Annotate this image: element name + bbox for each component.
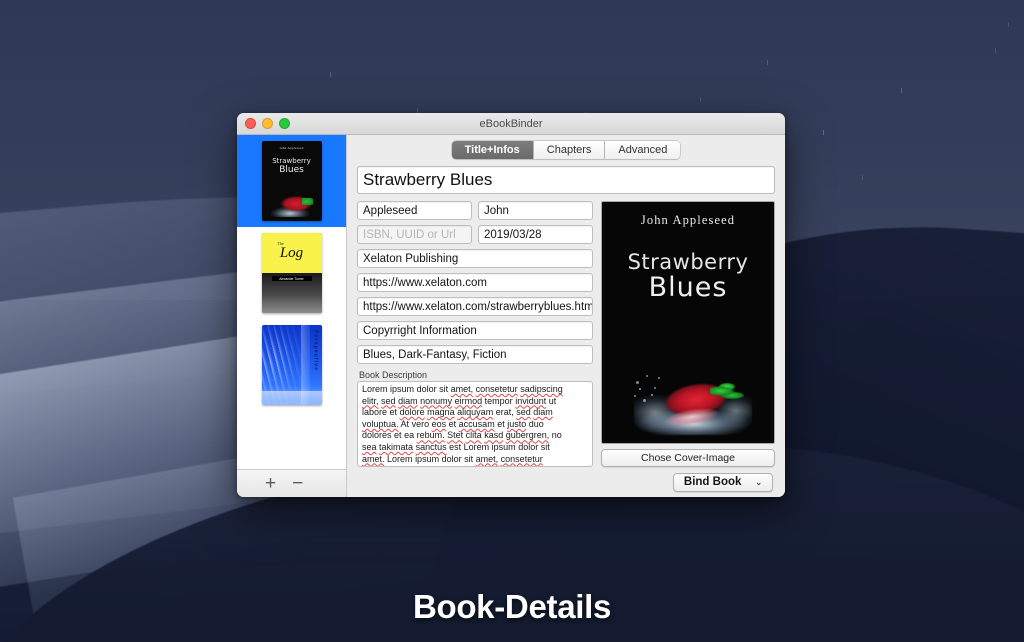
tab-title-infos[interactable]: Title+Infos — [452, 141, 534, 159]
thumb-author: John Appleseed — [279, 146, 303, 150]
thumb-title-line2: Blues — [279, 165, 304, 175]
tab-advanced[interactable]: Advanced — [605, 141, 680, 159]
bind-book-dropdown[interactable]: Bind Book ⌄ — [673, 473, 773, 492]
thumb-title-line1: Strawberry — [272, 157, 311, 165]
book-cover-thumbnail: The Log Alexander Turner — [262, 233, 322, 313]
book-cover-thumbnail: Perspective — [262, 325, 322, 405]
choose-cover-image-button[interactable]: Chose Cover-Image — [601, 449, 775, 467]
book-thumbnail-list[interactable]: John Appleseed Strawberry Blues The Log — [237, 135, 346, 469]
droplets-art — [632, 373, 672, 407]
details-columns: Appleseed John ISBN, UUID or Url 2019/03… — [357, 201, 775, 467]
publisher-url-input[interactable]: https://www.xelaton.com — [357, 273, 593, 292]
book-cover-thumbnail: John Appleseed Strawberry Blues — [262, 141, 322, 221]
book-list-sidebar: John Appleseed Strawberry Blues The Log — [237, 135, 347, 497]
cover-column: John Appleseed Strawberry Blues Chose Co… — [601, 201, 775, 467]
main-panel: Title+Infos Chapters Advanced Strawberry… — [347, 135, 785, 497]
star — [862, 175, 863, 180]
description-line: labore et dolore magna aliquyam erat, se… — [362, 407, 588, 419]
description-line: amet. Lorem ipsum dolor sit amet, conset… — [362, 454, 588, 466]
cover-preview: John Appleseed Strawberry Blues — [601, 201, 775, 444]
window-title: eBookBinder — [237, 118, 785, 130]
main-footer: Bind Book ⌄ — [357, 467, 775, 497]
book-description-label: Book Description — [359, 370, 593, 380]
list-item-book-perspective[interactable]: Perspective — [237, 319, 346, 411]
strawberry-art-icon — [271, 193, 313, 217]
cover-title-line1: Strawberry — [628, 250, 749, 274]
cover-title-line2: Blues — [649, 272, 728, 303]
droplet — [639, 388, 641, 390]
zoom-window-icon[interactable] — [279, 118, 290, 129]
window-titlebar[interactable]: eBookBinder — [237, 113, 785, 135]
chevron-down-icon: ⌄ — [755, 478, 762, 487]
droplet — [634, 395, 636, 397]
description-line: dolores et ea rebum. Stet clita kasd gub… — [362, 430, 588, 442]
star — [995, 48, 996, 53]
screenshot-caption: Book-Details — [0, 588, 1024, 626]
list-item-book-strawberry-blues[interactable]: John Appleseed Strawberry Blues — [237, 135, 346, 227]
window-body: John Appleseed Strawberry Blues The Log — [237, 135, 785, 497]
list-item-book-the-log[interactable]: The Log Alexander Turner — [237, 227, 346, 319]
sidebar-toolbar: + − — [237, 469, 346, 497]
droplet — [636, 381, 639, 384]
droplet — [646, 375, 648, 377]
cover-author-text: John Appleseed — [641, 213, 735, 228]
star — [330, 72, 331, 77]
name-row: Appleseed John — [357, 201, 593, 220]
author-firstname-input[interactable]: John — [478, 201, 593, 220]
thumb-title: Log — [280, 245, 303, 262]
genres-input[interactable]: Blues, Dark-Fantasy, Fiction — [357, 345, 593, 364]
publisher-input[interactable]: Xelaton Publishing — [357, 249, 593, 268]
leaf-art-icon — [302, 198, 313, 205]
thumb-log-bottom: Alexander Turner — [262, 273, 322, 313]
thumb-vertical-title: Perspective — [313, 330, 319, 371]
author-lastname-input[interactable]: Appleseed — [357, 201, 472, 220]
droplet — [654, 387, 656, 389]
star — [700, 97, 701, 102]
bind-book-label: Bind Book — [684, 476, 742, 488]
add-book-button[interactable]: + — [265, 474, 276, 493]
description-line: sea takimata sanctus est Lorem ipsum dol… — [362, 442, 588, 454]
perspective-floor-art — [262, 391, 322, 405]
droplet — [651, 394, 653, 396]
tab-chapters[interactable]: Chapters — [534, 141, 606, 159]
publication-date-input[interactable]: 2019/03/28 — [478, 225, 593, 244]
traffic-light-group — [245, 118, 290, 129]
thumb-log-top: The Log — [262, 233, 322, 273]
star — [1008, 22, 1009, 27]
star — [823, 130, 824, 135]
cover-artwork — [616, 345, 766, 437]
star — [767, 60, 768, 65]
identifier-row: ISBN, UUID or Url 2019/03/28 — [357, 225, 593, 244]
star — [901, 88, 902, 93]
minimize-window-icon[interactable] — [262, 118, 273, 129]
book-title-input[interactable]: Strawberry Blues — [357, 166, 775, 194]
metadata-column: Appleseed John ISBN, UUID or Url 2019/03… — [357, 201, 593, 467]
strawberry-leaf-art — [710, 383, 744, 403]
close-window-icon[interactable] — [245, 118, 256, 129]
tab-bar: Title+Infos Chapters Advanced — [357, 141, 775, 159]
identifier-input[interactable]: ISBN, UUID or Url — [357, 225, 472, 244]
ebookbinder-window: eBookBinder John Appleseed Strawberry Bl… — [237, 113, 785, 497]
remove-book-button[interactable]: − — [292, 474, 303, 493]
thumb-the-label: The — [278, 241, 284, 246]
book-description-textarea[interactable]: Lorem ipsum dolor sit amet, consetetur s… — [357, 381, 593, 467]
description-line: voluptua. At vero eos et accusam et just… — [362, 419, 588, 431]
copyright-input[interactable]: Copyrright Information — [357, 321, 593, 340]
thumb-author-band: Alexander Turner — [272, 276, 312, 281]
description-line: Lorem ipsum dolor sit amet, consetetur s… — [362, 384, 588, 396]
droplet — [658, 377, 660, 379]
book-url-input[interactable]: https://www.xelaton.com/strawberryblues.… — [357, 297, 593, 316]
description-line: elitr, sed diam nonumy eirmod tempor inv… — [362, 396, 588, 408]
droplet — [643, 399, 646, 402]
tab-group[interactable]: Title+Infos Chapters Advanced — [452, 141, 681, 159]
